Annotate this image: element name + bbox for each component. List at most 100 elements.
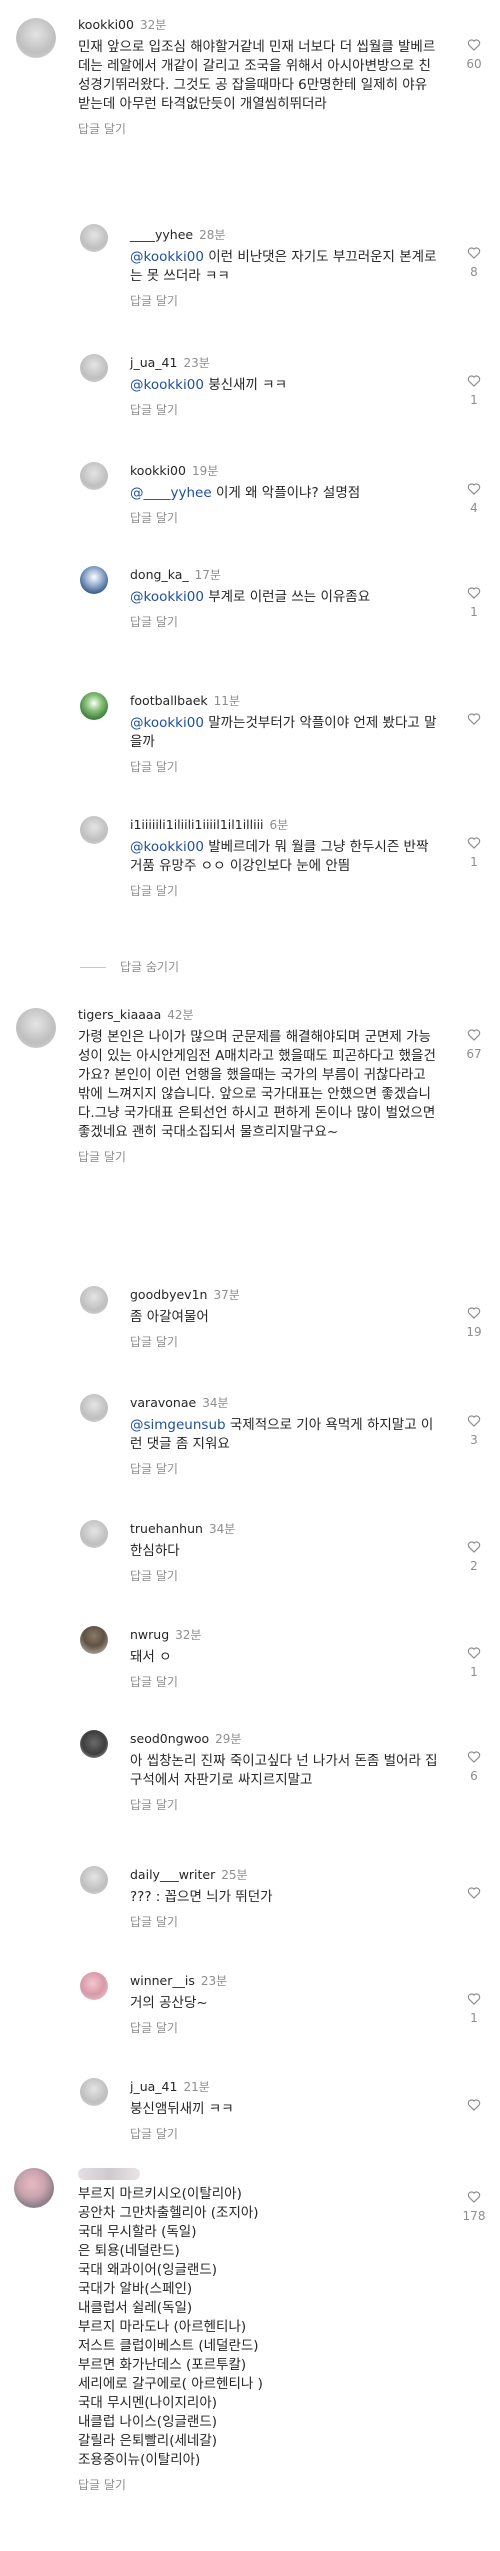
reply-button[interactable]: 답글 달기 xyxy=(78,1148,438,1165)
reply-button[interactable]: 답글 달기 xyxy=(130,882,438,899)
avatar[interactable] xyxy=(80,1286,108,1314)
username[interactable]: seod0ngwoo xyxy=(130,1731,209,1746)
like-button[interactable]: 8 xyxy=(462,246,486,279)
username[interactable]: nwrug xyxy=(130,1627,169,1642)
like-button[interactable]: 6 xyxy=(462,1750,486,1783)
username[interactable]: kookki00 xyxy=(130,463,186,478)
reply-button[interactable]: 답글 달기 xyxy=(130,1796,438,1813)
reply-item: i1iiiiili1iliili1iiiil1il1illiii 6분 @kook… xyxy=(0,812,500,922)
reply-button[interactable]: 답글 달기 xyxy=(78,120,438,137)
comment-text: 거의 공산당~ xyxy=(130,1995,208,2011)
username[interactable]: ____yyhee xyxy=(130,227,193,242)
like-count: 1 xyxy=(470,605,478,619)
mention-link[interactable]: @____yyhee xyxy=(130,485,212,501)
like-button[interactable]: 1 xyxy=(462,1992,486,2025)
comment-text: @kookki00 발베르데가 뭐 월클 그냥 한두시즌 반짝 거품 유망주 ㅇ… xyxy=(130,839,429,874)
like-button[interactable]: 1 xyxy=(462,1646,486,1679)
mention-link[interactable]: @simgeunsub xyxy=(130,1417,226,1433)
avatar[interactable] xyxy=(80,566,108,594)
reply-button[interactable]: 답글 달기 xyxy=(130,509,438,526)
heart-outline-icon xyxy=(467,1029,481,1041)
like-button[interactable] xyxy=(462,1886,486,1899)
avatar[interactable] xyxy=(80,692,108,720)
reply-button[interactable]: 답글 달기 xyxy=(130,758,438,775)
like-button[interactable] xyxy=(462,712,486,725)
username[interactable]: kookki00 xyxy=(78,17,134,32)
timestamp: 34분 xyxy=(208,1522,236,1536)
like-button[interactable]: 4 xyxy=(462,482,486,515)
reply-item: goodbyev1n 37분 좀 아갈여물어 답글 달기 19 xyxy=(0,1282,500,1352)
avatar[interactable] xyxy=(80,1520,108,1548)
username-blurred[interactable] xyxy=(78,2167,140,2180)
username[interactable]: goodbyev1n xyxy=(130,1287,207,1302)
heart-outline-icon xyxy=(467,1993,481,2005)
mention-link[interactable]: @kookki00 xyxy=(130,249,204,265)
reply-button[interactable]: 답글 달기 xyxy=(130,1460,438,1477)
username[interactable]: daily___writer xyxy=(130,1867,215,1882)
heart-outline-icon xyxy=(467,1415,481,1427)
like-button[interactable]: 1 xyxy=(462,836,486,869)
timestamp: 6분 xyxy=(269,818,289,832)
avatar[interactable] xyxy=(80,1972,108,2000)
reply-button[interactable]: 답글 달기 xyxy=(130,1913,438,1930)
username[interactable]: j_ua_41 xyxy=(130,355,177,370)
username[interactable]: i1iiiiili1iliili1iiiil1il1illiii xyxy=(130,817,264,832)
like-button[interactable]: 178 xyxy=(462,2190,486,2223)
comment-text: 가령 본인은 나이가 많으며 군문제를 해결해야되며 군면제 가능성이 있는 아… xyxy=(78,1029,436,1140)
username[interactable]: j_ua_41 xyxy=(130,2079,177,2094)
reply-button[interactable]: 답글 달기 xyxy=(130,292,438,309)
like-button[interactable]: 60 xyxy=(462,38,486,71)
avatar[interactable] xyxy=(80,1626,108,1654)
heart-outline-icon xyxy=(467,247,481,259)
username[interactable]: varavonae xyxy=(130,1395,196,1410)
username[interactable]: truehanhun xyxy=(130,1521,203,1536)
like-count: 2 xyxy=(470,1559,478,1573)
reply-button[interactable]: 답글 달기 xyxy=(130,1333,438,1350)
avatar[interactable] xyxy=(80,354,108,382)
avatar[interactable] xyxy=(80,224,108,252)
avatar[interactable] xyxy=(80,462,108,490)
avatar[interactable] xyxy=(80,1730,108,1758)
like-button[interactable]: 1 xyxy=(462,374,486,407)
mention-link[interactable]: @kookki00 xyxy=(130,839,204,855)
mention-link[interactable]: @kookki00 xyxy=(130,715,204,731)
avatar[interactable] xyxy=(80,1866,108,1894)
like-button[interactable]: 19 xyxy=(462,1306,486,1339)
heart-outline-icon xyxy=(467,2191,481,2203)
reply-button[interactable]: 답글 달기 xyxy=(130,1673,438,1690)
comment-text: @kookki00 부계로 이런글 쓰는 이유좀요 xyxy=(130,589,371,605)
like-button[interactable]: 67 xyxy=(462,1028,486,1061)
username[interactable]: winner__is xyxy=(130,1973,195,1988)
timestamp: 28분 xyxy=(199,228,226,242)
mention-link[interactable]: @kookki00 xyxy=(130,377,204,393)
like-button[interactable]: 2 xyxy=(462,1540,486,1573)
like-button[interactable] xyxy=(462,2098,486,2111)
reply-item: footballbaek 11분 @kookki00 말까는것부터가 악플이야 언… xyxy=(0,688,500,778)
reply-button[interactable]: 답글 달기 xyxy=(130,2019,438,2036)
avatar[interactable] xyxy=(80,816,108,844)
comment-item: 부르지 마르키시오(이탈리아) 공안차 그만차출헬리아 (조지아) 국대 무시할… xyxy=(0,2158,500,2551)
avatar[interactable] xyxy=(16,18,56,58)
reply-item: ____yyhee 28분 @kookki00 이런 비난댓은 자기도 부끄러운지… xyxy=(0,218,500,308)
avatar[interactable] xyxy=(80,2078,108,2106)
username[interactable]: footballbaek xyxy=(130,693,208,708)
comment-text: 한심하다 xyxy=(130,1543,180,1559)
username[interactable]: tigers_kiaaaa xyxy=(78,1007,161,1022)
avatar[interactable] xyxy=(80,1394,108,1422)
heart-outline-icon xyxy=(467,1751,481,1763)
like-count: 178 xyxy=(462,2209,486,2223)
like-button[interactable]: 1 xyxy=(462,586,486,619)
reply-button[interactable]: 답글 달기 xyxy=(130,613,438,630)
mention-link[interactable]: @kookki00 xyxy=(130,589,204,605)
avatar[interactable] xyxy=(16,1008,56,1048)
hide-replies-button[interactable]: 답글 숨기기 xyxy=(80,958,179,975)
like-button[interactable]: 3 xyxy=(462,1414,486,1447)
username[interactable]: dong_ka_ xyxy=(130,567,189,582)
reply-button[interactable]: 답글 달기 xyxy=(130,1567,438,1584)
avatar[interactable] xyxy=(14,2168,54,2208)
reply-item: kookki00 19분 @____yyhee 이게 왜 악플이냐? 설명점 답글… xyxy=(0,458,500,528)
reply-button[interactable]: 답글 달기 xyxy=(130,401,438,418)
reply-button[interactable]: 답글 달기 xyxy=(130,2125,438,2142)
reply-button[interactable]: 답글 달기 xyxy=(78,2476,438,2493)
reply-item: dong_ka_ 17분 @kookki00 부계로 이런글 쓰는 이유좀요 답글… xyxy=(0,562,500,652)
